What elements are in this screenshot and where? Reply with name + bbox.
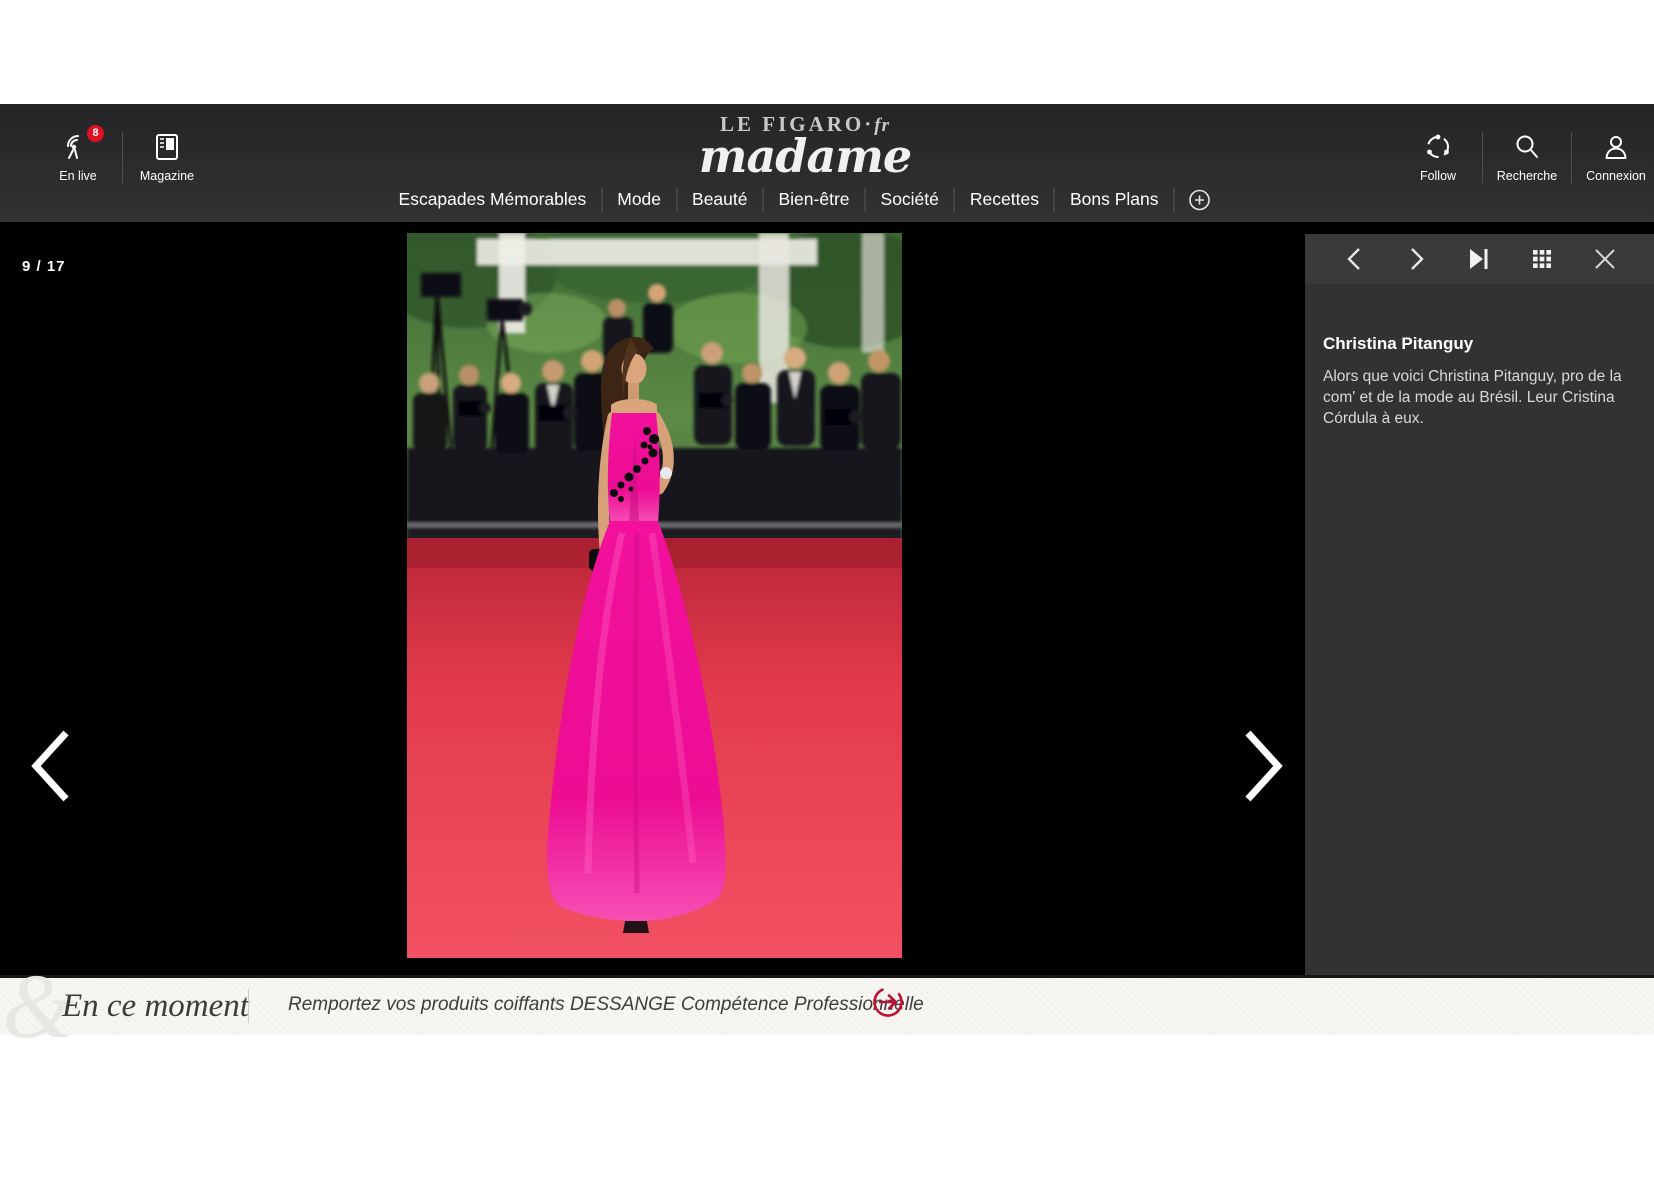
login-button[interactable]: Connexion: [1578, 132, 1654, 183]
photo-gallery: 9 / 17: [0, 222, 1654, 975]
page: 8 En live Magazine: [0, 0, 1654, 1181]
login-label: Connexion: [1586, 169, 1646, 183]
next-slide-button[interactable]: [1242, 727, 1286, 805]
toolbar-close-button[interactable]: [1585, 239, 1625, 279]
gallery-side-panel: Christina Pitanguy Alors que voici Chris…: [1305, 222, 1654, 975]
nav-more-button[interactable]: [1188, 189, 1210, 211]
chevron-right-icon: [1409, 247, 1425, 271]
magazine-icon: [154, 133, 180, 161]
gallery-photo: [407, 233, 902, 958]
plus-circle-icon: [1188, 189, 1210, 211]
main-nav: Escapades Mémorables Mode Beauté Bien-êt…: [384, 187, 1211, 212]
live-count-badge: 8: [87, 125, 104, 142]
user-icon: [1602, 133, 1630, 161]
caption-text: Alors que voici Christina Pitanguy, pro …: [1323, 366, 1625, 429]
gallery-toolbar: [1305, 234, 1654, 284]
chevron-right-icon: [1242, 727, 1286, 805]
banner-section-label: En ce moment: [62, 988, 249, 1025]
search-label: Recherche: [1497, 169, 1557, 183]
nav-item-escapades[interactable]: Escapades Mémorables: [384, 187, 602, 212]
slideshow-play-icon: [1469, 247, 1489, 271]
nav-item-societe[interactable]: Société: [866, 187, 954, 212]
follow-label: Follow: [1420, 169, 1456, 183]
header-divider: [1571, 132, 1572, 184]
site-logo[interactable]: LE FIGARO·fr madame: [699, 112, 911, 183]
follow-button[interactable]: Follow: [1400, 132, 1476, 183]
site-header: 8 En live Magazine: [0, 104, 1654, 222]
grid-thumbnails-icon: [1532, 249, 1552, 269]
nav-item-bons-plans[interactable]: Bons Plans: [1055, 187, 1174, 212]
nav-item-mode[interactable]: Mode: [602, 187, 676, 212]
caption-title: Christina Pitanguy: [1323, 334, 1628, 354]
header-left-group: 8 En live Magazine: [40, 132, 205, 184]
banner-divider: [248, 989, 249, 1023]
share-network-icon: [1424, 133, 1452, 161]
promo-banner: & En ce moment Remportez vos produits co…: [0, 975, 1654, 1035]
chevron-left-icon: [28, 727, 72, 805]
magazine-label: Magazine: [140, 169, 194, 183]
nav-item-bien-etre[interactable]: Bien-être: [764, 187, 865, 212]
toolbar-slideshow-button[interactable]: [1459, 239, 1499, 279]
header-divider: [122, 132, 123, 184]
toolbar-prev-button[interactable]: [1334, 239, 1374, 279]
nav-item-beaute[interactable]: Beauté: [677, 187, 762, 212]
header-right-group: Follow Recherche: [1400, 132, 1654, 184]
magazine-button[interactable]: Magazine: [129, 132, 205, 183]
nav-item-recettes[interactable]: Recettes: [955, 187, 1054, 212]
toolbar-next-button[interactable]: [1397, 239, 1437, 279]
toolbar-thumbnails-button[interactable]: [1522, 239, 1562, 279]
header-divider: [1482, 132, 1483, 184]
close-icon: [1593, 247, 1617, 271]
en-live-button[interactable]: 8 En live: [40, 132, 116, 183]
previous-slide-button[interactable]: [28, 727, 72, 805]
logo-madame: madame: [699, 129, 911, 183]
caption-panel: Christina Pitanguy Alors que voici Chris…: [1305, 284, 1654, 975]
chevron-left-icon: [1346, 247, 1362, 271]
search-icon: [1513, 133, 1541, 161]
slide-counter: 9 / 17: [22, 258, 66, 275]
search-button[interactable]: Recherche: [1489, 132, 1565, 183]
nav-separator: [1173, 188, 1174, 212]
arrow-right-circle-icon[interactable]: [870, 984, 906, 1020]
en-live-label: En live: [59, 169, 97, 183]
promo-link[interactable]: Remportez vos produits coiffants DESSANG…: [288, 994, 924, 1016]
